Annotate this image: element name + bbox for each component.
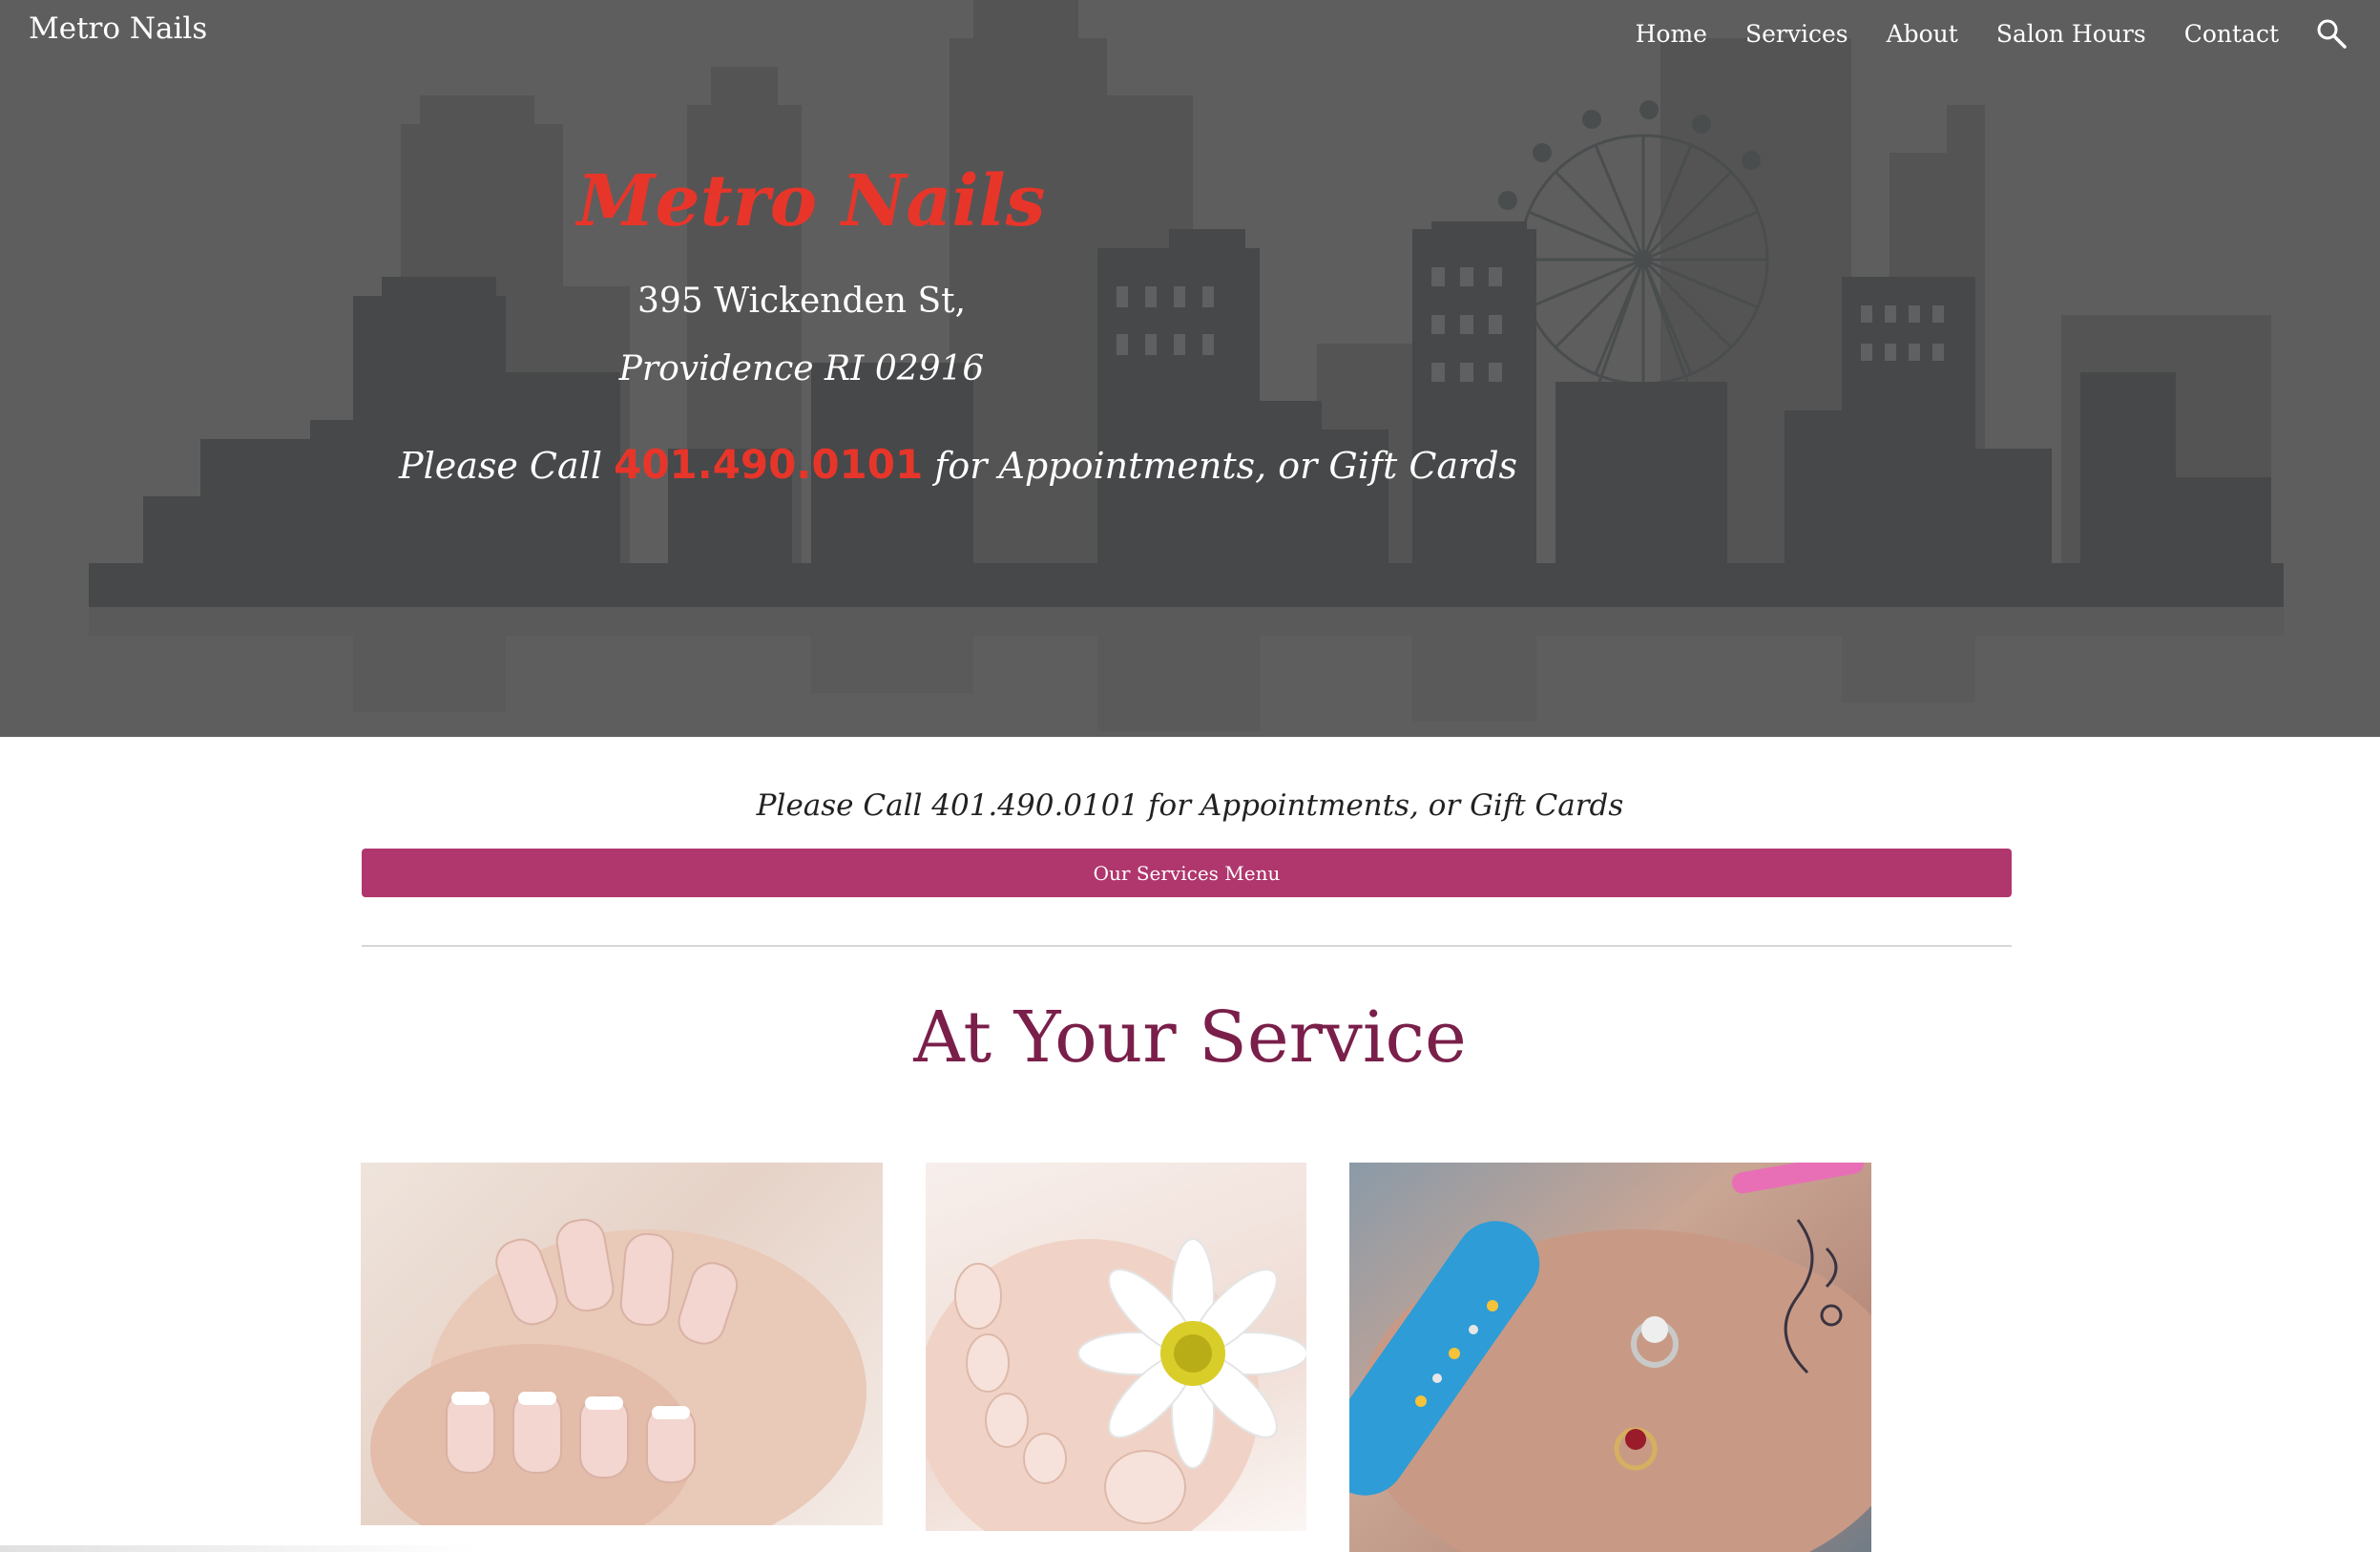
call-prefix: Please Call [399,445,615,487]
nav-salon-hours[interactable]: Salon Hours [1996,20,2146,48]
nav-home[interactable]: Home [1636,20,1707,48]
address-line-2: Providence RI 02916 [618,349,985,388]
site-title-link[interactable]: Metro Nails [29,11,207,46]
nav-contact[interactable]: Contact [2184,20,2279,48]
nav-about[interactable]: About [1887,20,1958,48]
search-icon[interactable] [2315,17,2348,50]
our-services-menu-button[interactable]: Our Services Menu [362,849,2012,897]
section-divider [362,945,2012,947]
address-line-1: 395 Wickenden St, [637,282,967,321]
hero-call-line: Please Call 401.490.0101 for Appointment… [399,441,1517,488]
top-navigation-bar: Metro Nails Home Services About Salon Ho… [0,0,2380,67]
hero-phone-number[interactable]: 401.490.0101 [614,441,923,488]
main-nav: Home Services About Salon Hours Contact [1597,17,2348,50]
section-heading: At Your Service [913,996,1467,1079]
hero-title: Metro Nails [576,160,1046,242]
pedicure-daisy-photo [926,1163,1306,1531]
manicure-photo [361,1163,883,1525]
call-suffix: for Appointments, or Gift Cards [923,445,1518,487]
nav-services[interactable]: Services [1745,20,1848,48]
nail-art-photo [1349,1163,1871,1552]
bottom-shadow [0,1545,477,1552]
call-for-appointments-text: Please Call 401.490.0101 for Appointment… [756,788,1624,823]
hero-banner: Metro Nails Home Services About Salon Ho… [0,0,2380,737]
